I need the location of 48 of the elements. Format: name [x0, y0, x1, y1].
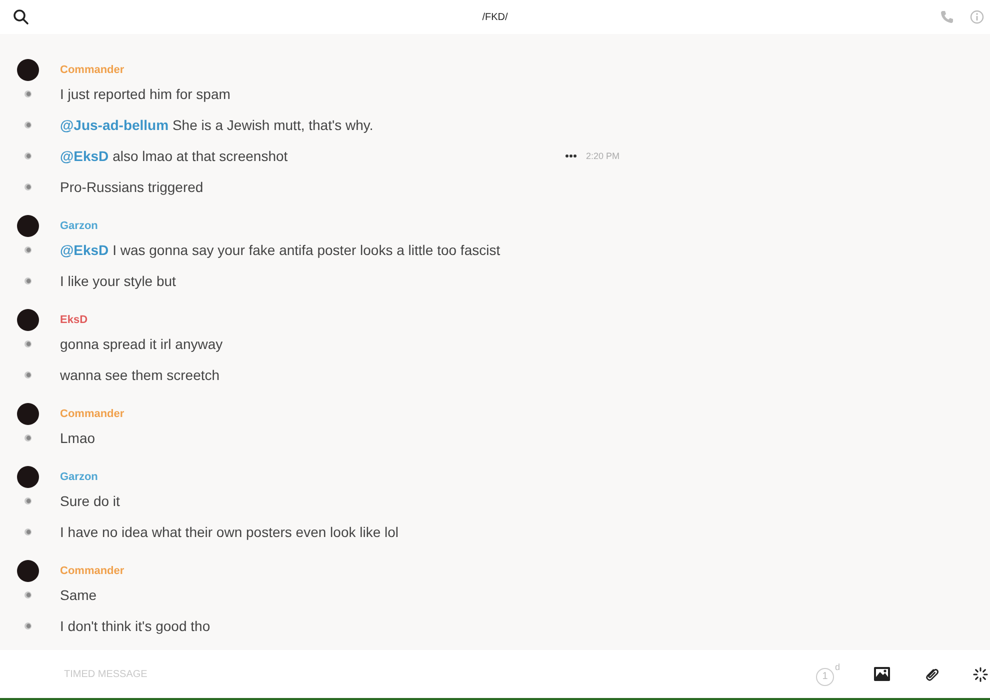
avatar[interactable]: [17, 59, 39, 81]
message-time: 2:20 PM: [586, 150, 620, 160]
mention-link[interactable]: @EksD: [60, 148, 109, 164]
mention-link[interactable]: @EksD: [60, 242, 109, 258]
search-icon[interactable]: [13, 9, 29, 25]
message-text: @EksD also lmao at that screenshot: [60, 148, 289, 164]
message-text: @Jus-ad-bellum She is a Jewish mutt, that's why.: [60, 116, 374, 132]
read-status-icon: [24, 370, 32, 378]
read-status-icon: [24, 434, 32, 442]
message-text: Sure do it: [60, 492, 121, 508]
read-status-icon: [24, 622, 32, 630]
message-text: gonna spread it irl anyway: [60, 336, 224, 352]
read-status-icon: [24, 590, 32, 598]
message-text: Lmao: [60, 430, 96, 446]
message-text: I like your style but: [60, 272, 177, 288]
read-status-icon: [24, 496, 32, 504]
author-name[interactable]: Garzon: [60, 471, 98, 483]
paperclip-icon[interactable]: [924, 666, 939, 682]
read-status-icon: [24, 152, 32, 160]
message-text: @EksD I was gonna say your fake antifa poster looks a little too fascist: [60, 242, 502, 258]
read-status-icon: [24, 340, 32, 348]
read-status-icon: [24, 182, 32, 190]
more-icon[interactable]: [565, 154, 577, 158]
author-name[interactable]: Garzon: [60, 220, 98, 232]
message-text: I just reported him for spam: [60, 86, 232, 102]
message-text: wanna see them screetch: [60, 366, 221, 382]
image-icon[interactable]: [874, 667, 890, 681]
spinner-icon[interactable]: [973, 666, 988, 682]
avatar[interactable]: [17, 309, 39, 331]
message-text: I have no idea what their own posters even look like lol: [60, 524, 400, 540]
author-name[interactable]: Commander: [60, 408, 124, 420]
message-text: I don't think it's good tho: [60, 618, 212, 634]
author-name[interactable]: Commander: [60, 565, 124, 577]
read-status-icon: [24, 276, 32, 284]
message-text: Pro-Russians triggered: [60, 178, 204, 194]
avatar[interactable]: [17, 560, 39, 582]
avatar[interactable]: [17, 466, 39, 488]
read-status-icon: [24, 246, 32, 254]
read-status-icon: [24, 528, 32, 536]
mention-link[interactable]: @Jus-ad-bellum: [60, 116, 169, 132]
message-text: Same: [60, 586, 98, 602]
read-status-icon: [24, 120, 32, 128]
avatar[interactable]: [17, 215, 39, 237]
read-status-icon: [24, 90, 32, 98]
channel-title: /FKD/: [482, 12, 508, 22]
author-name[interactable]: Commander: [60, 64, 124, 76]
author-name[interactable]: EksD: [60, 314, 88, 326]
avatar[interactable]: [17, 403, 39, 425]
